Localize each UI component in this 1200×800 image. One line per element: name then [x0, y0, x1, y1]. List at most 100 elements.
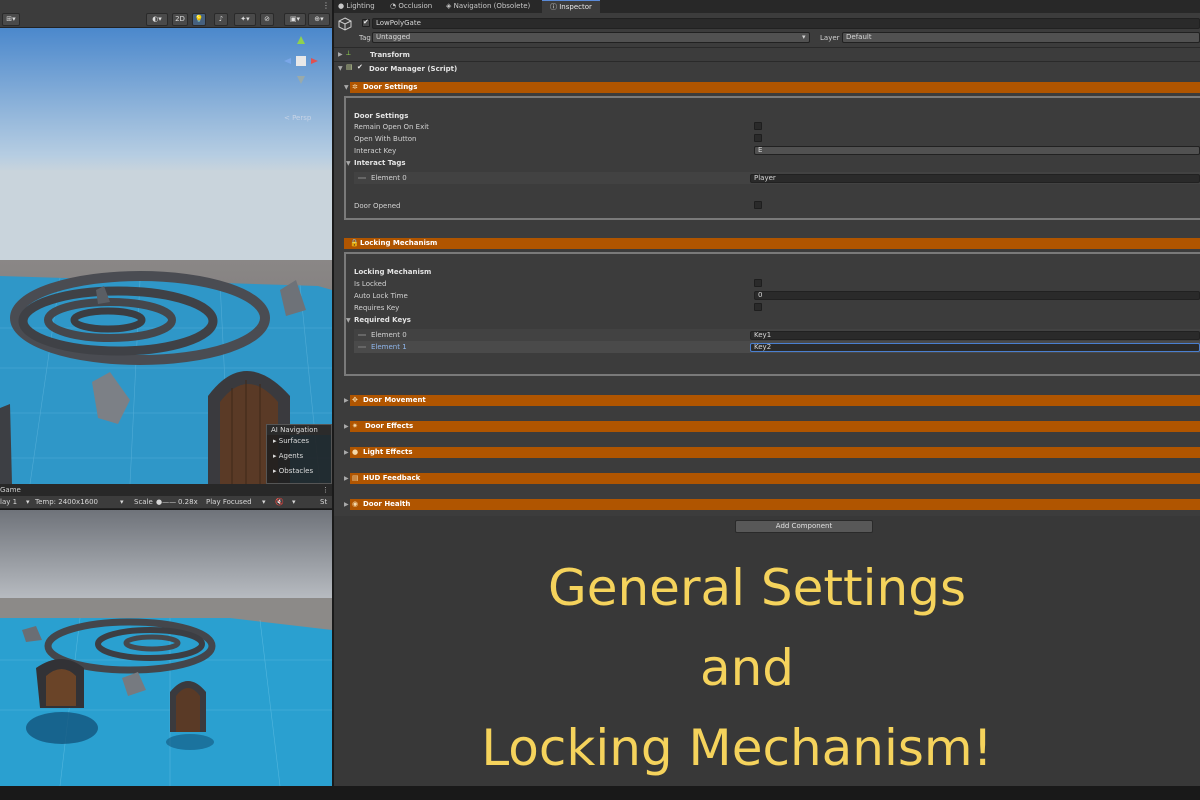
shading-mode-button[interactable]: ◐▾: [146, 13, 168, 26]
ai-navigation-overlay: AI Navigation ▸ Surfaces ▸ Agents ▸ Obst…: [266, 424, 332, 484]
game-view[interactable]: [0, 510, 332, 786]
interact-key-label: Interact Key: [354, 147, 397, 155]
resolution-dropdown-icon[interactable]: ▾: [120, 496, 124, 509]
ai-nav-item-obstacles[interactable]: ▸ Obstacles: [273, 467, 313, 475]
door-health-fold-arrow[interactable]: ▶: [344, 501, 349, 508]
scale-slider[interactable]: ●——: [156, 496, 176, 509]
tag-label: Tag: [359, 34, 371, 42]
lighting-toggle-icon[interactable]: 💡: [192, 13, 206, 26]
key-element-1-field[interactable]: Key2: [750, 343, 1200, 352]
locking-mechanism-header[interactable]: 🔒 Locking Mechanism: [344, 238, 1200, 249]
remain-open-checkbox[interactable]: [754, 122, 762, 130]
orientation-gizmo-icon[interactable]: [276, 36, 326, 96]
script-file-icon: ▤: [346, 63, 353, 71]
tag-element-0-label: Element 0: [371, 174, 407, 182]
game-tab-header: Game ⋮: [0, 484, 332, 496]
drag-handle-icon[interactable]: [358, 177, 366, 179]
door-settings-box: [344, 96, 1200, 220]
game-more-icon[interactable]: ⋮: [322, 484, 329, 496]
light-effects-header[interactable]: ● Light Effects: [350, 447, 1200, 458]
tab-navigation[interactable]: ◈ Navigation (Obsolete): [446, 0, 530, 13]
script-enabled-checkbox[interactable]: ✔: [357, 63, 365, 72]
door-settings-header[interactable]: ✲ Door Settings: [350, 82, 1200, 93]
ai-navigation-title: AI Navigation: [267, 425, 331, 435]
scale-label: Scale: [134, 498, 153, 506]
scene-view[interactable]: < Persp AI Navigation ▸ Surfaces ▸ Agent…: [0, 28, 332, 484]
drag-handle-icon[interactable]: [358, 346, 366, 348]
caption-line-3: Locking Mechanism!: [481, 719, 993, 777]
door-health-header[interactable]: ◉ Door Health: [350, 499, 1200, 510]
hud-feedback-header[interactable]: ▤ HUD Feedback: [350, 473, 1200, 484]
occlusion-icon: ◔: [390, 2, 397, 10]
add-component-button[interactable]: Add Component: [735, 520, 873, 533]
display-dropdown-icon[interactable]: ▾: [26, 496, 30, 509]
caption-line-2: and: [699, 639, 795, 697]
more-options-icon[interactable]: ⋮: [322, 1, 330, 10]
ai-nav-item-agents[interactable]: ▸ Agents: [273, 452, 303, 460]
navigation-icon: ◈: [446, 2, 452, 10]
auto-lock-time-field[interactable]: 0: [754, 291, 1200, 300]
transform-axes-icon: ⟂: [346, 49, 351, 57]
ai-nav-item-surfaces[interactable]: ▸ Surfaces: [273, 437, 309, 445]
open-with-button-checkbox[interactable]: [754, 134, 762, 142]
bulb-icon: ●: [352, 448, 359, 456]
move-icon: ✥: [352, 396, 358, 404]
camera-settings-button[interactable]: ▣▾: [284, 13, 306, 26]
locking-mechanism-box: [344, 252, 1200, 376]
open-with-button-label: Open With Button: [354, 135, 417, 143]
door-opened-checkbox[interactable]: [754, 201, 762, 209]
overlay-caption: General Settings and Locking Mechanism!: [334, 548, 1200, 788]
is-locked-checkbox[interactable]: [754, 279, 762, 287]
tab-bar: ● Lighting ◔ Occlusion ◈ Navigation (Obs…: [334, 0, 1200, 13]
audio-toggle-icon[interactable]: ♪: [214, 13, 228, 26]
required-keys-fold-arrow[interactable]: ▼: [346, 317, 351, 324]
gizmos-icon[interactable]: ▾: [292, 496, 296, 509]
door-settings-fold-arrow[interactable]: ▼: [344, 84, 349, 91]
gameobject-name-field[interactable]: LowPolyGate: [372, 18, 1200, 29]
door-effects-fold-arrow[interactable]: ▶: [344, 423, 349, 430]
light-effects-fold-arrow[interactable]: ▶: [344, 449, 349, 456]
tab-lighting[interactable]: ● Lighting: [338, 0, 375, 13]
layer-dropdown[interactable]: Default: [842, 32, 1200, 43]
drag-handle-icon[interactable]: [358, 334, 366, 336]
scene-view-options-button[interactable]: ⊞▾: [2, 13, 20, 26]
required-keys-label[interactable]: Required Keys: [354, 316, 411, 324]
interact-tags-label[interactable]: Interact Tags: [354, 159, 406, 167]
hidden-objects-icon[interactable]: ⊘: [260, 13, 274, 26]
requires-key-checkbox[interactable]: [754, 303, 762, 311]
lock-icon: 🔒: [350, 239, 359, 247]
remain-open-label: Remain Open On Exit: [354, 123, 429, 131]
tag-dropdown[interactable]: Untagged: [372, 32, 810, 43]
perspective-label[interactable]: < Persp: [284, 114, 311, 122]
game-tab[interactable]: Game: [0, 486, 21, 494]
tag-dropdown-icon[interactable]: ▾: [802, 33, 806, 41]
key-element-0-field[interactable]: Key1: [750, 331, 1200, 340]
resolution-select[interactable]: Temp: 2400x1600: [35, 496, 98, 509]
door-movement-header[interactable]: ✥ Door Movement: [350, 395, 1200, 406]
gizmos-button[interactable]: ⊕▾: [308, 13, 330, 26]
stats-button[interactable]: St: [320, 496, 327, 509]
play-mode-select[interactable]: Play Focused: [206, 496, 252, 509]
tab-inspector[interactable]: ⓘ Inspector: [542, 0, 600, 13]
effects-toggle-icon[interactable]: ✦▾: [234, 13, 256, 26]
separator: [334, 61, 1200, 62]
transform-label[interactable]: Transform: [370, 51, 410, 59]
tag-element-0-field[interactable]: Player: [750, 174, 1200, 183]
gameobject-active-checkbox[interactable]: ✔: [362, 18, 370, 27]
door-effects-header[interactable]: ✷ Door Effects: [350, 421, 1200, 432]
transform-fold-arrow[interactable]: ▶: [338, 51, 343, 58]
script-label[interactable]: Door Manager (Script): [369, 65, 457, 73]
interact-tags-fold-arrow[interactable]: ▼: [346, 160, 351, 167]
toggle-2d-button[interactable]: 2D: [172, 13, 188, 26]
script-fold-arrow[interactable]: ▼: [338, 65, 343, 72]
play-mode-dropdown-icon[interactable]: ▾: [262, 496, 266, 509]
requires-key-label: Requires Key: [354, 304, 400, 312]
display-select[interactable]: lay 1: [0, 496, 17, 509]
tab-occlusion[interactable]: ◔ Occlusion: [390, 0, 432, 13]
mute-audio-icon[interactable]: 🔇: [275, 496, 284, 509]
effects-icon: ✷: [352, 422, 358, 430]
light-icon: ●: [338, 2, 345, 10]
interact-key-field[interactable]: E: [754, 146, 1200, 155]
door-movement-fold-arrow[interactable]: ▶: [344, 397, 349, 404]
hud-feedback-fold-arrow[interactable]: ▶: [344, 475, 349, 482]
